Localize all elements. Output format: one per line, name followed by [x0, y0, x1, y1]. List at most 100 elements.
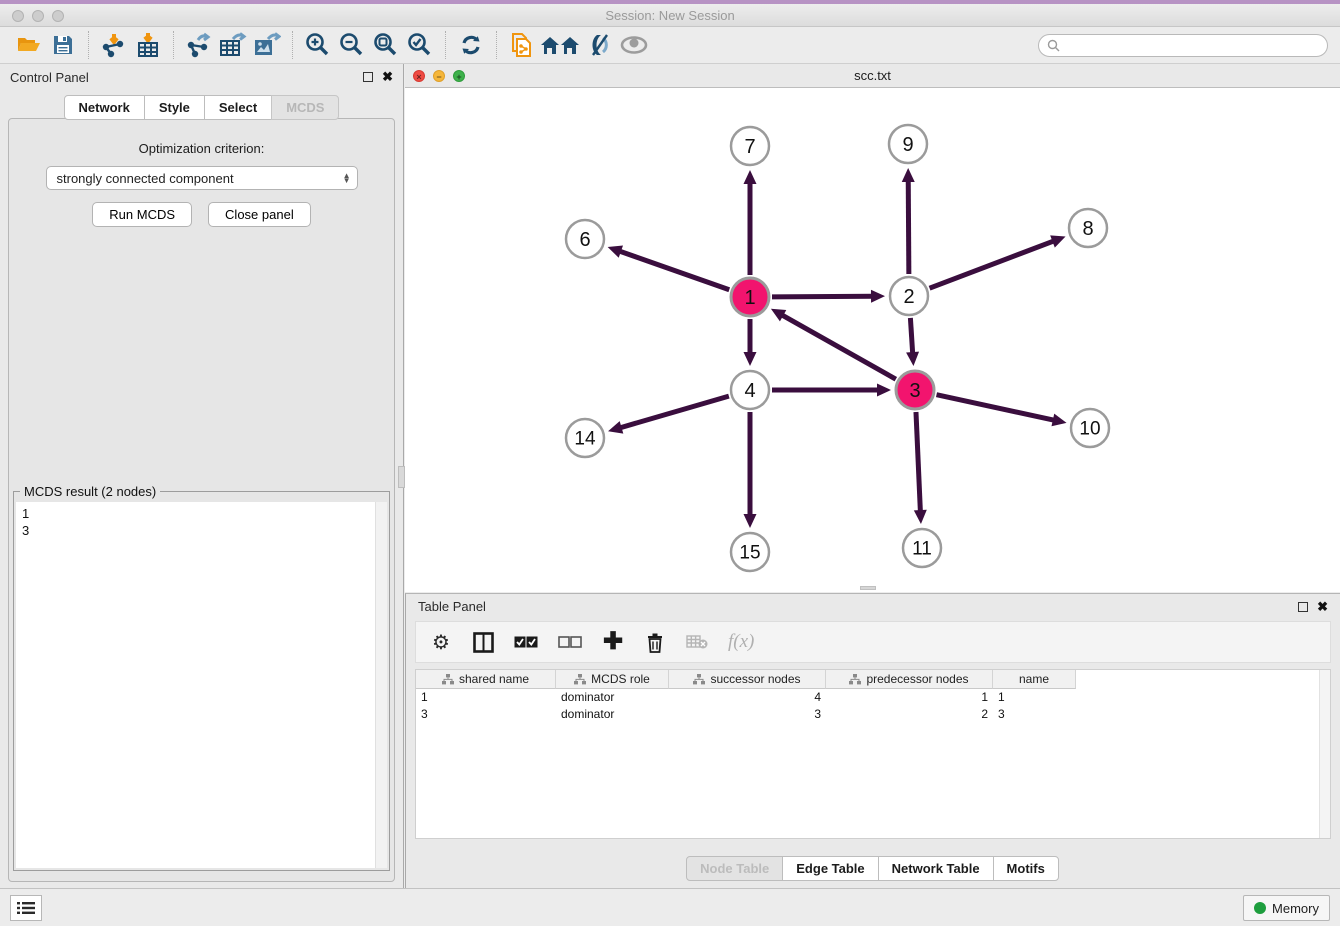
save-session-button[interactable] — [46, 30, 80, 60]
table-row[interactable]: 1 dominator 4 1 1 — [416, 689, 1330, 706]
cell-shared-name[interactable]: 3 — [416, 706, 556, 723]
edge-2-3[interactable] — [910, 318, 912, 355]
vertical-splitter-grip[interactable] — [398, 466, 405, 488]
network-canvas[interactable]: 7968124314101511 — [405, 88, 1340, 591]
edge-1-2[interactable] — [772, 296, 874, 297]
graphics-details-button[interactable] — [583, 30, 617, 60]
tab-select[interactable]: Select — [204, 95, 272, 120]
tree-icon — [574, 674, 586, 685]
node-label-14: 14 — [574, 429, 596, 450]
deselect-all-rows-button[interactable] — [558, 636, 582, 648]
tab-node-table[interactable]: Node Table — [686, 856, 783, 881]
tab-motifs[interactable]: Motifs — [993, 856, 1059, 881]
run-mcds-button[interactable]: Run MCDS — [92, 202, 192, 227]
network-minimize-button[interactable]: − — [433, 70, 445, 82]
save-icon — [52, 34, 74, 56]
cell-mcds-role[interactable]: dominator — [556, 689, 669, 706]
toolbar-separator — [88, 31, 89, 59]
delete-table-icon — [686, 634, 708, 650]
tab-edge-table[interactable]: Edge Table — [782, 856, 878, 881]
tab-network-table[interactable]: Network Table — [878, 856, 994, 881]
close-panel-icon[interactable]: ✖ — [382, 72, 393, 82]
eye-button[interactable] — [617, 30, 651, 60]
network-graph[interactable]: 7968124314101511 — [405, 88, 1340, 591]
column-header-predecessor-nodes[interactable]: predecessor nodes — [826, 670, 993, 689]
table-settings-button[interactable]: ⚙ — [430, 630, 452, 655]
node-label-11: 11 — [912, 539, 932, 560]
table-row[interactable]: 3 dominator 3 2 3 — [416, 706, 1330, 723]
cell-mcds-role[interactable]: dominator — [556, 706, 669, 723]
function-builder-button[interactable]: f(x) — [728, 631, 754, 653]
network-window-titlebar[interactable]: × − + scc.txt — [405, 64, 1340, 88]
task-history-button[interactable] — [10, 895, 42, 921]
edge-2-8[interactable] — [930, 240, 1056, 288]
home-button[interactable] — [539, 30, 583, 60]
column-header-mcds-role[interactable]: MCDS role — [556, 670, 669, 689]
cell-predecessor-nodes[interactable]: 2 — [826, 706, 993, 723]
graphics-details-icon — [587, 33, 613, 57]
edge-1-6[interactable] — [618, 251, 729, 290]
close-window-button[interactable] — [12, 10, 24, 22]
cell-shared-name[interactable]: 1 — [416, 689, 556, 706]
zoom-window-button[interactable] — [52, 10, 64, 22]
delete-columns-button[interactable] — [644, 632, 666, 653]
delete-table-button[interactable] — [686, 634, 708, 650]
edge-arrowhead — [744, 514, 757, 528]
zoom-fit-button[interactable] — [369, 30, 403, 60]
export-table-button[interactable] — [216, 30, 250, 60]
network-window: × − + scc.txt 7968124314101511 — [405, 64, 1340, 592]
network-close-button[interactable]: × — [413, 70, 425, 82]
optimization-criterion-dropdown[interactable]: strongly connected component ▲▼ — [46, 166, 358, 190]
column-header-name[interactable]: name — [993, 670, 1076, 689]
memory-button[interactable]: Memory — [1243, 895, 1330, 921]
zoom-selected-button[interactable] — [403, 30, 437, 60]
result-scrollbar[interactable] — [375, 502, 387, 868]
tree-icon — [442, 674, 454, 685]
table-scrollbar[interactable] — [1319, 670, 1330, 838]
export-network-icon — [186, 32, 212, 58]
edge-3-11[interactable] — [916, 412, 920, 513]
float-table-panel-icon[interactable] — [1298, 602, 1308, 612]
open-session-button[interactable] — [12, 30, 46, 60]
tab-network[interactable]: Network — [64, 95, 145, 120]
column-header-shared-name[interactable]: shared name — [416, 670, 556, 689]
edge-3-1[interactable] — [780, 314, 895, 379]
zoom-in-button[interactable] — [301, 30, 335, 60]
export-network-button[interactable] — [182, 30, 216, 60]
horizontal-splitter-grip[interactable] — [860, 586, 876, 590]
edge-4-14[interactable] — [619, 396, 729, 428]
float-panel-icon[interactable] — [363, 72, 373, 82]
tab-style[interactable]: Style — [144, 95, 205, 120]
edge-arrowhead — [914, 510, 927, 524]
export-image-button[interactable] — [250, 30, 284, 60]
cell-successor-nodes[interactable]: 4 — [669, 689, 826, 706]
table-panel-title: Table Panel — [418, 599, 486, 614]
mcds-result-text[interactable]: 1 3 — [16, 502, 387, 868]
clone-network-button[interactable] — [505, 30, 539, 60]
column-header-successor-nodes[interactable]: successor nodes — [669, 670, 826, 689]
close-panel-button[interactable]: Close panel — [208, 202, 311, 227]
edge-3-10[interactable] — [936, 395, 1055, 421]
close-table-panel-icon[interactable]: ✖ — [1317, 602, 1328, 612]
edge-2-9[interactable] — [908, 179, 909, 274]
node-table[interactable]: shared name MCDS role successor nodes pr… — [415, 669, 1331, 839]
import-table-button[interactable] — [131, 30, 165, 60]
select-all-rows-button[interactable] — [514, 636, 538, 648]
minimize-window-button[interactable] — [32, 10, 44, 22]
window-traffic-lights[interactable] — [12, 10, 64, 22]
cell-successor-nodes[interactable]: 3 — [669, 706, 826, 723]
cell-name[interactable]: 1 — [993, 689, 1076, 706]
refresh-button[interactable] — [454, 30, 488, 60]
show-columns-button[interactable] — [472, 632, 494, 653]
tab-mcds[interactable]: MCDS — [271, 95, 339, 120]
add-column-button[interactable]: ✚ — [602, 632, 624, 652]
zoom-out-button[interactable] — [335, 30, 369, 60]
import-network-button[interactable] — [97, 30, 131, 60]
network-maximize-button[interactable]: + — [453, 70, 465, 82]
search-icon — [1047, 39, 1060, 52]
cell-predecessor-nodes[interactable]: 1 — [826, 689, 993, 706]
cell-name[interactable]: 3 — [993, 706, 1076, 723]
zoom-in-icon — [305, 32, 331, 58]
search-input[interactable] — [1065, 38, 1319, 52]
search-box[interactable] — [1038, 34, 1328, 57]
